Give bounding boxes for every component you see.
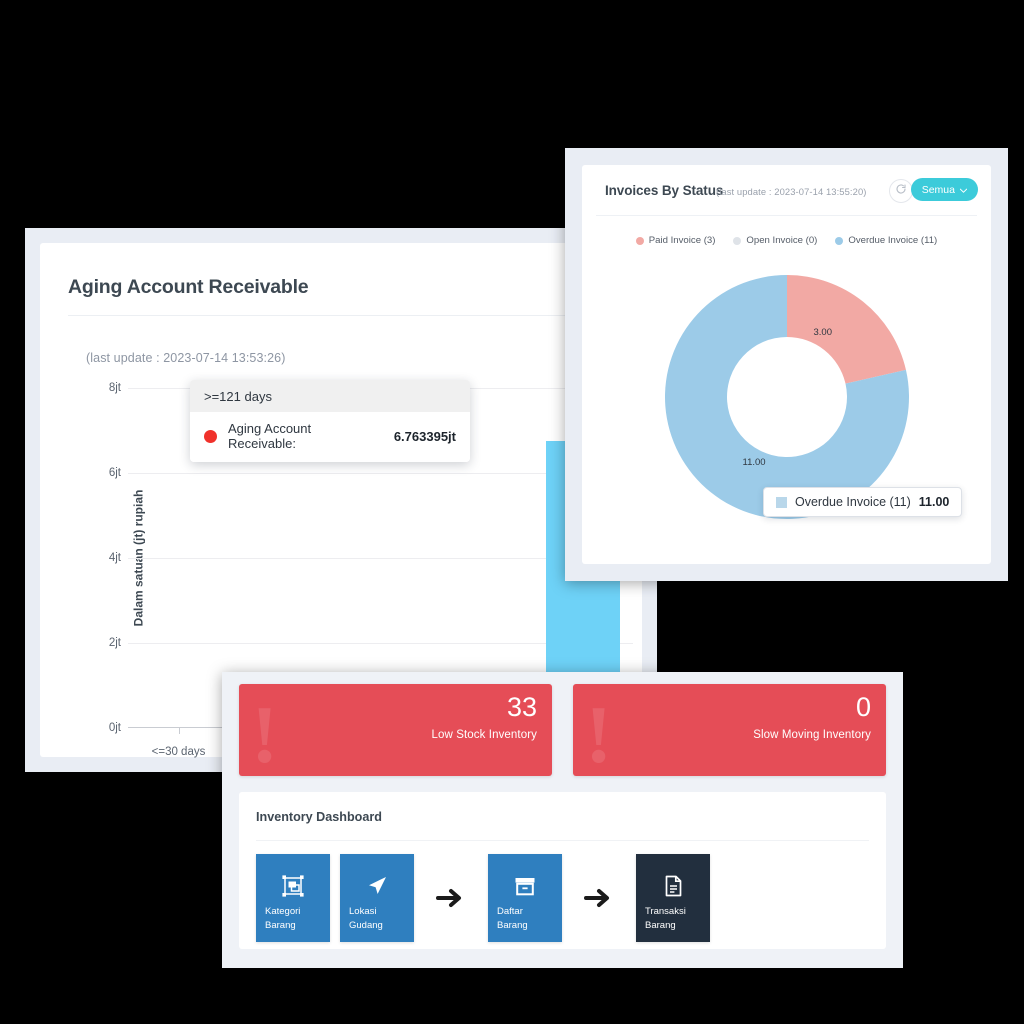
card-header: Invoices By Status (last update : 2023-0… (582, 165, 991, 215)
y-axis-tick-label: 2jt (108, 637, 121, 649)
tile-label-line2: Gudang (349, 919, 383, 931)
inventory-dashboard-panel: ! 33 Low Stock Inventory ! 0 Slow Moving… (222, 672, 903, 968)
filter-label: Semua (921, 183, 955, 196)
kpi-caption: Slow Moving Inventory (753, 729, 871, 741)
tooltip-body: Aging Account Receivable: 6.763395jt (190, 412, 470, 462)
refresh-button[interactable] (889, 179, 913, 203)
inventory-dashboard-card: Inventory Dashboard Kategori Barang Loka… (239, 792, 886, 949)
card-title: Invoices By Status (605, 183, 724, 198)
tile-label-line1: Daftar (497, 906, 523, 918)
group-objects-icon (256, 872, 330, 900)
kpi-value: 0 (855, 692, 871, 722)
x-axis-tick-label: <=30 days (151, 746, 206, 758)
legend-label: Overdue Invoice (11) (848, 235, 938, 246)
legend-color-dot-icon (635, 236, 644, 245)
donut-slice-0[interactable] (786, 275, 906, 384)
archive-box-icon (488, 872, 562, 900)
tile-label-line1: Kategori (265, 906, 301, 918)
y-axis-tick-label: 8jt (108, 382, 121, 394)
tile-daftar-barang[interactable]: Daftar Barang (488, 854, 562, 942)
section-title: Inventory Dashboard (256, 810, 382, 824)
legend-color-dot-icon (835, 236, 844, 245)
legend-label: Open Invoice (0) (746, 235, 818, 246)
tile-label: Daftar Barang (497, 905, 528, 932)
tile-label: Kategori Barang (265, 905, 300, 932)
legend-item-paid[interactable]: Paid Invoice (3) (635, 235, 716, 246)
tile-lokasi-gudang[interactable]: Lokasi Gudang (340, 854, 414, 942)
arrow-right-icon-2 (562, 887, 636, 909)
legend-item-open[interactable]: Open Invoice (0) (733, 235, 817, 246)
tooltip-series-label: Aging Account Receivable: (228, 421, 312, 451)
tooltip-header: >=121 days (190, 380, 470, 412)
y-axis-tick-label: 4jt (108, 552, 121, 564)
kpi-caption: Low Stock Inventory (431, 729, 537, 741)
last-update-text: (last update : 2023-07-14 13:53:26) (86, 351, 286, 365)
series-color-dot-icon (204, 429, 217, 443)
legend-label: Paid Invoice (3) (648, 235, 716, 246)
tile-label: Transaksi Barang (645, 905, 686, 932)
tooltip-series-label: Overdue Invoice (11) (795, 495, 911, 509)
tile-label-line1: Lokasi (349, 906, 377, 918)
tile-transaksi-barang[interactable]: Transaksi Barang (636, 854, 710, 942)
exclamation-icon: ! (585, 689, 613, 776)
refresh-icon (895, 182, 907, 200)
arrow-right-icon-1 (414, 887, 488, 909)
y-axis-tick-label: 0jt (108, 722, 121, 734)
filter-dropdown-semua[interactable]: Semua (910, 178, 978, 201)
kpi-card-low-stock[interactable]: ! 33 Low Stock Inventory (239, 684, 552, 776)
slice-data-label-paid: 3.00 (813, 327, 833, 338)
donut-chart-tooltip: Overdue Invoice (11) 11.00 (763, 487, 963, 517)
kpi-card-slow-moving[interactable]: ! 0 Slow Moving Inventory (573, 684, 886, 776)
chevron-down-icon (959, 184, 968, 196)
slice-data-label-overdue: 11.00 (742, 457, 766, 468)
chart-legend: Paid Invoice (3) Open Invoice (0) Overdu… (582, 235, 991, 246)
tile-kategori-barang[interactable]: Kategori Barang (256, 854, 330, 942)
tile-label-line2: Barang (497, 919, 528, 931)
tile-label-line2: Barang (645, 919, 676, 931)
divider (596, 215, 977, 216)
document-icon (636, 872, 710, 900)
page-title: Aging Account Receivable (68, 276, 309, 298)
last-update-text: (last update : 2023-07-14 13:55:20) (716, 186, 867, 197)
divider (256, 840, 869, 841)
invoices-by-status-panel: Invoices By Status (last update : 2023-0… (565, 148, 1008, 581)
kpi-value: 33 (506, 692, 537, 722)
tile-label: Lokasi Gudang (349, 905, 383, 932)
navigation-arrow-icon (340, 872, 414, 900)
workflow-tiles: Kategori Barang Lokasi Gudang Daftar Bar… (256, 854, 710, 942)
invoices-chart-card: Invoices By Status (last update : 2023-0… (582, 165, 991, 564)
legend-item-overdue[interactable]: Overdue Invoice (11) (835, 235, 937, 246)
exclamation-icon: ! (251, 689, 279, 776)
tooltip-value: 11.00 (918, 495, 950, 509)
bar-chart-tooltip: >=121 days Aging Account Receivable: 6.7… (190, 380, 470, 462)
tile-label-line2: Barang (265, 919, 296, 931)
tooltip-value: 6.763395jt (393, 428, 456, 444)
x-axis-tick-mark (178, 728, 180, 734)
series-color-swatch-icon (776, 496, 787, 508)
tile-label-line1: Transaksi (645, 906, 686, 918)
kpi-card-row: ! 33 Low Stock Inventory ! 0 Slow Moving… (239, 684, 886, 776)
divider (68, 315, 628, 316)
legend-color-dot-icon (733, 236, 742, 245)
y-axis-tick-label: 6jt (108, 467, 121, 479)
